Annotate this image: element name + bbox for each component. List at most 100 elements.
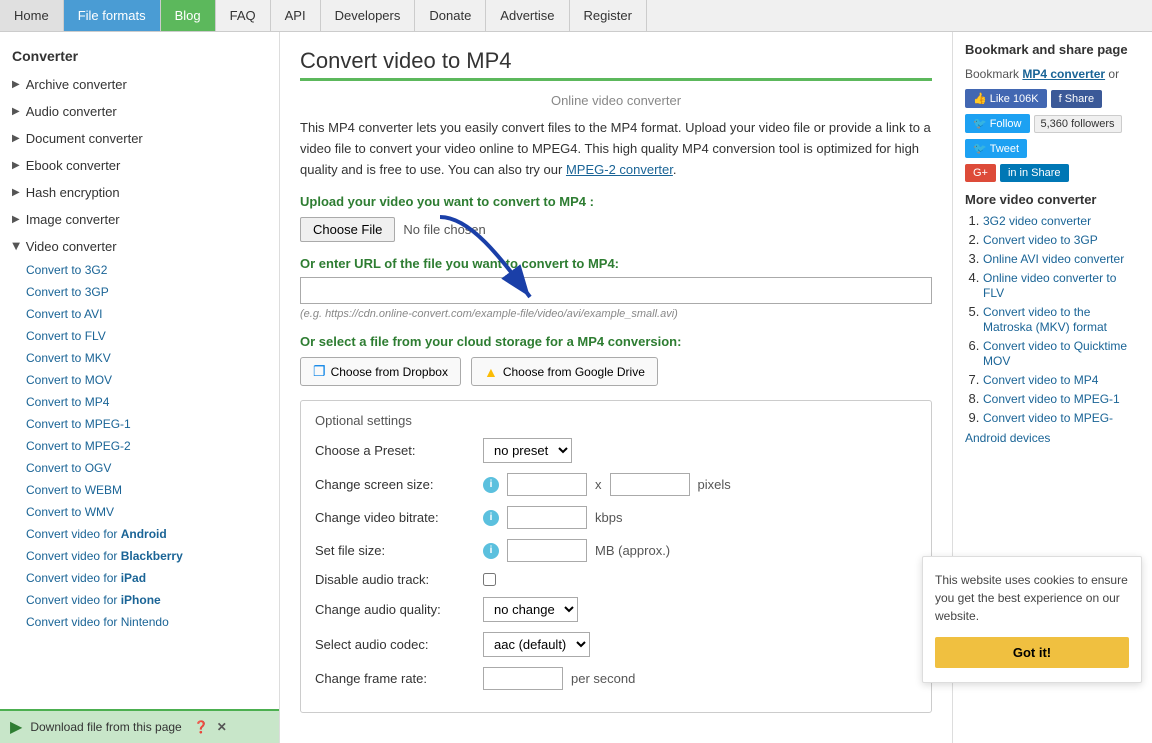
- sidebar-group-image[interactable]: ▶ Image converter: [0, 207, 279, 232]
- framerate-input[interactable]: [483, 667, 563, 690]
- sidebar-group-label-ebook[interactable]: ▶ Ebook converter: [0, 153, 279, 178]
- audio-codec-select[interactable]: aac (default): [483, 632, 590, 657]
- follow-button[interactable]: 🐦 Follow: [965, 114, 1030, 133]
- download-label: Download file from this page: [30, 720, 181, 734]
- sidebar-group-ebook[interactable]: ▶ Ebook converter: [0, 153, 279, 178]
- list-item: Online video converter to FLV: [983, 270, 1140, 300]
- description-text: This MP4 converter lets you easily conve…: [300, 118, 932, 180]
- gdrive-button[interactable]: ▲ Choose from Google Drive: [471, 357, 658, 386]
- framerate-label: Change frame rate:: [315, 671, 475, 686]
- download-bar[interactable]: ▶ Download file from this page ❓ ✕: [0, 709, 279, 743]
- sidebar-item-3g2[interactable]: Convert to 3G2: [0, 259, 279, 281]
- url-input[interactable]: [300, 277, 932, 304]
- cookie-accept-button[interactable]: Got it!: [935, 637, 1129, 668]
- sidebar-item-android[interactable]: Convert video for Android: [0, 523, 279, 545]
- sidebar-item-mov[interactable]: Convert to MOV: [0, 369, 279, 391]
- linkedin-share-button[interactable]: in in Share: [1000, 164, 1069, 182]
- settings-row-preset: Choose a Preset: no preset: [315, 438, 917, 463]
- sidebar-item-ogv[interactable]: Convert to OGV: [0, 457, 279, 479]
- sidebar-group-label-audio[interactable]: ▶ Audio converter: [0, 99, 279, 124]
- main-content: Convert video to MP4 Online video conver…: [280, 32, 952, 743]
- nav-donate[interactable]: Donate: [415, 0, 486, 31]
- more-link-6[interactable]: Convert video to Quicktime MOV: [983, 339, 1127, 368]
- top-nav: Home File formats Blog FAQ API Developer…: [0, 0, 1152, 32]
- more-link-5[interactable]: Convert video to the Matroska (MKV) form…: [983, 305, 1107, 334]
- audio-quality-select[interactable]: no change: [483, 597, 578, 622]
- screensize-width-input[interactable]: [507, 473, 587, 496]
- list-item: Convert video to MPEG-1: [983, 391, 1140, 406]
- twitter-icon: 🐦: [973, 117, 987, 130]
- bookmark-word: Bookmark: [965, 67, 1019, 81]
- preset-select[interactable]: no preset: [483, 438, 572, 463]
- choose-file-button[interactable]: Choose File: [300, 217, 395, 242]
- nav-advertise[interactable]: Advertise: [486, 0, 569, 31]
- sidebar-item-iphone[interactable]: Convert video for iPhone: [0, 589, 279, 611]
- sidebar-group-audio[interactable]: ▶ Audio converter: [0, 99, 279, 124]
- mpeg2-link[interactable]: MPEG-2 converter: [566, 162, 673, 177]
- social-row-fb: 👍 Like 106K f Share: [965, 89, 1140, 108]
- tweet-button[interactable]: 🐦 Tweet: [965, 139, 1027, 158]
- close-icon[interactable]: ✕: [217, 720, 227, 734]
- more-link-7[interactable]: Convert video to MP4: [983, 373, 1098, 387]
- list-item: Convert video to MPEG-: [983, 410, 1140, 425]
- sidebar-group-label-document[interactable]: ▶ Document converter: [0, 126, 279, 151]
- settings-row-framerate: Change frame rate: per second: [315, 667, 917, 690]
- question-icon[interactable]: ❓: [194, 720, 209, 734]
- filesize-info-icon[interactable]: i: [483, 543, 499, 559]
- tweet-label: Tweet: [990, 143, 1019, 155]
- sidebar-item-flv[interactable]: Convert to FLV: [0, 325, 279, 347]
- sidebar-item-webm[interactable]: Convert to WEBM: [0, 479, 279, 501]
- sidebar-group-label-video[interactable]: ▶ Video converter: [0, 234, 279, 259]
- audio-disable-checkbox[interactable]: [483, 573, 496, 586]
- more-link-3[interactable]: Online AVI video converter: [983, 252, 1124, 266]
- more-link-1[interactable]: 3G2 video converter: [983, 214, 1091, 228]
- screensize-height-input[interactable]: [610, 473, 690, 496]
- sidebar-group-hash[interactable]: ▶ Hash encryption: [0, 180, 279, 205]
- nav-blog[interactable]: Blog: [161, 0, 216, 31]
- audio-quality-label: Change audio quality:: [315, 602, 475, 617]
- sidebar-image-label: Image converter: [26, 212, 120, 227]
- nav-api[interactable]: API: [271, 0, 321, 31]
- filesize-label: Set file size:: [315, 543, 475, 558]
- cookie-text: This website uses cookies to ensure you …: [935, 571, 1129, 625]
- tweet-icon: 🐦: [973, 142, 987, 155]
- fb-share-button[interactable]: f Share: [1051, 90, 1102, 108]
- sidebar-item-wmv[interactable]: Convert to WMV: [0, 501, 279, 523]
- more-link-9[interactable]: Convert video to MPEG-: [983, 411, 1113, 425]
- sidebar-group-label-archive[interactable]: ▶ Archive converter: [0, 72, 279, 97]
- fb-like-button[interactable]: 👍 Like 106K: [965, 89, 1047, 108]
- preset-label: Choose a Preset:: [315, 443, 475, 458]
- sidebar-item-mpeg1[interactable]: Convert to MPEG-1: [0, 413, 279, 435]
- nav-file-formats[interactable]: File formats: [64, 0, 161, 31]
- cloud-buttons: ❐ Choose from Dropbox ▲ Choose from Goog…: [300, 357, 932, 386]
- nav-home[interactable]: Home: [0, 0, 64, 31]
- bitrate-input[interactable]: [507, 506, 587, 529]
- mp4-converter-link[interactable]: MP4 converter: [1022, 67, 1105, 81]
- sidebar-item-mp4[interactable]: Convert to MP4: [0, 391, 279, 413]
- sidebar-item-avi[interactable]: Convert to AVI: [0, 303, 279, 325]
- sidebar-group-document[interactable]: ▶ Document converter: [0, 126, 279, 151]
- sidebar-item-3gp[interactable]: Convert to 3GP: [0, 281, 279, 303]
- filesize-input[interactable]: [507, 539, 587, 562]
- url-hint: (e.g. https://cdn.online-convert.com/exa…: [300, 308, 932, 320]
- sidebar-group-label-image[interactable]: ▶ Image converter: [0, 207, 279, 232]
- sidebar-group-video[interactable]: ▶ Video converter Convert to 3G2 Convert…: [0, 234, 279, 633]
- nav-faq[interactable]: FAQ: [216, 0, 271, 31]
- nav-register[interactable]: Register: [570, 0, 647, 31]
- sidebar-group-label-hash[interactable]: ▶ Hash encryption: [0, 180, 279, 205]
- sidebar-group-archive[interactable]: ▶ Archive converter: [0, 72, 279, 97]
- nav-developers[interactable]: Developers: [321, 0, 416, 31]
- bookmark-or: or: [1108, 67, 1119, 81]
- sidebar-item-blackberry[interactable]: Convert video for Blackberry: [0, 545, 279, 567]
- sidebar-item-nintendo[interactable]: Convert video for Nintendo: [0, 611, 279, 633]
- sidebar-item-mkv[interactable]: Convert to MKV: [0, 347, 279, 369]
- sidebar-item-mpeg2[interactable]: Convert to MPEG-2: [0, 435, 279, 457]
- dropbox-button[interactable]: ❐ Choose from Dropbox: [300, 357, 461, 386]
- sidebar-item-ipad[interactable]: Convert video for iPad: [0, 567, 279, 589]
- more-link-2[interactable]: Convert video to 3GP: [983, 233, 1098, 247]
- gplus-button[interactable]: G+: [965, 164, 996, 182]
- bitrate-info-icon[interactable]: i: [483, 510, 499, 526]
- more-link-4[interactable]: Online video converter to FLV: [983, 271, 1116, 300]
- screensize-info-icon[interactable]: i: [483, 477, 499, 493]
- more-link-8[interactable]: Convert video to MPEG-1: [983, 392, 1120, 406]
